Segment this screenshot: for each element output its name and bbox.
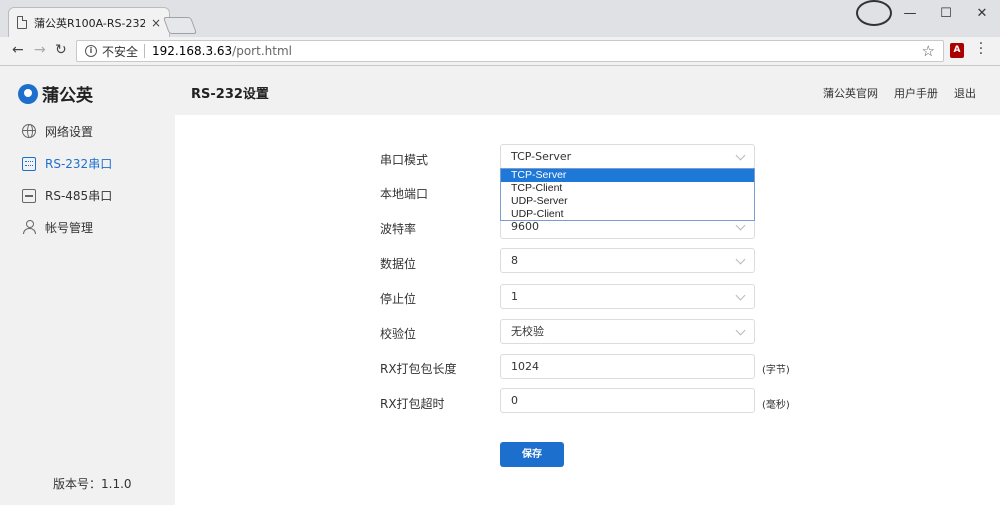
account-button[interactable]	[856, 0, 892, 26]
sidebar-menu: 网络设置 RS-232串口 RS-485串口 帐号管理	[0, 115, 175, 243]
dropdown-option[interactable]: UDP-Client	[501, 208, 754, 221]
browser-toolbar: ← → ↻ i 不安全 192.168.3.63 /port.html ☆ A …	[0, 37, 1000, 66]
url-host: 192.168.3.63	[152, 44, 233, 58]
document-icon	[17, 16, 27, 29]
rx-pack-timeout-input[interactable]: 0	[500, 388, 755, 413]
dropdown-option[interactable]: UDP-Server	[501, 195, 754, 208]
url-path: /port.html	[232, 44, 292, 58]
browser-titlebar: 蒲公英R100A-RS-232设 × — ☐ ✕	[0, 0, 1000, 37]
rx-pack-timeout-value: 0	[511, 394, 518, 407]
header-links: 蒲公英官网 用户手册 退出	[823, 85, 976, 101]
new-tab-button[interactable]	[162, 17, 198, 34]
dropdown-option[interactable]: TCP-Server	[501, 169, 754, 182]
back-arrow-icon[interactable]: ←	[12, 42, 24, 58]
address-bar[interactable]: i 不安全 192.168.3.63 /port.html ☆	[76, 40, 944, 62]
logo-text: 蒲公英	[42, 86, 93, 106]
parity-select[interactable]: 无校验	[500, 319, 755, 344]
version-label: 版本号：1.1.0	[53, 477, 132, 491]
rx-pack-timeout-label: RX打包超时	[380, 397, 445, 411]
save-button[interactable]: 保存	[500, 442, 564, 467]
rx-pack-length-label: RX打包包长度	[380, 362, 457, 376]
account-icon	[856, 0, 892, 26]
rx-pack-timeout-unit: (毫秒)	[762, 400, 790, 411]
browser-menu-icon[interactable]: · · ·	[978, 37, 984, 61]
serial-port-icon	[22, 188, 36, 203]
serial-port-icon	[22, 156, 36, 171]
parity-label: 校验位	[380, 327, 417, 341]
sidebar-item-account[interactable]: 帐号管理	[0, 211, 175, 243]
sidebar-item-label: RS-485串口	[45, 188, 113, 203]
baud-select-value: 9600	[511, 220, 539, 233]
minimize-button[interactable]: —	[892, 0, 928, 26]
divider	[144, 44, 146, 58]
logo: 蒲公英	[18, 81, 93, 106]
chevron-down-icon	[735, 325, 746, 336]
globe-icon	[22, 124, 36, 138]
mode-label: 串口模式	[380, 153, 429, 167]
chevron-down-icon	[735, 290, 746, 301]
page-title: RS-232设置	[191, 87, 269, 102]
stop-bits-label: 停止位	[380, 292, 417, 306]
sidebar-item-label: RS-232串口	[45, 156, 113, 171]
sidebar: 蒲公英 网络设置 RS-232串口 RS-485串口 帐号管理 版本号：1.1.…	[0, 67, 175, 505]
pdf-extension-icon[interactable]: A	[950, 43, 964, 58]
maximize-button[interactable]: ☐	[928, 0, 964, 26]
chevron-down-icon	[735, 150, 746, 161]
user-manual-link[interactable]: 用户手册	[894, 85, 938, 101]
user-icon	[22, 220, 36, 234]
logout-link[interactable]: 退出	[954, 85, 976, 101]
sidebar-item-rs232[interactable]: RS-232串口	[0, 147, 175, 179]
settings-form: 串口模式 TCP-Server 本地端口 波特率 9600 数据位 8 停止位 …	[175, 115, 1000, 505]
close-window-button[interactable]: ✕	[964, 0, 1000, 26]
data-bits-select-value: 8	[511, 254, 518, 267]
tab-close-button[interactable]: ×	[151, 16, 161, 30]
rx-pack-length-value: 1024	[511, 360, 539, 373]
stop-bits-select-value: 1	[511, 290, 518, 303]
window-controls: — ☐ ✕	[856, 0, 1000, 28]
dandelion-logo-icon	[18, 83, 38, 104]
baud-label: 波特率	[380, 222, 417, 236]
rx-pack-length-input[interactable]: 1024	[500, 354, 755, 379]
rx-pack-length-unit: (字节)	[762, 365, 790, 376]
chevron-down-icon	[735, 254, 746, 265]
mode-select[interactable]: TCP-Server	[500, 144, 755, 169]
mode-dropdown-list: TCP-Server TCP-Client UDP-Server UDP-Cli…	[500, 168, 755, 221]
security-status: 不安全	[102, 44, 139, 59]
chevron-down-icon	[735, 220, 746, 231]
sidebar-item-label: 网络设置	[45, 124, 94, 139]
local-port-label: 本地端口	[380, 187, 429, 201]
sidebar-item-network-settings[interactable]: 网络设置	[0, 115, 175, 147]
official-site-link[interactable]: 蒲公英官网	[823, 85, 878, 101]
reload-icon[interactable]: ↻	[55, 42, 67, 58]
parity-select-value: 无校验	[511, 325, 544, 338]
tab-title: 蒲公英R100A-RS-232设	[34, 16, 145, 30]
sidebar-item-rs485[interactable]: RS-485串口	[0, 179, 175, 211]
sidebar-item-label: 帐号管理	[45, 220, 94, 235]
bookmark-star-icon[interactable]: ☆	[922, 42, 935, 60]
stop-bits-select[interactable]: 1	[500, 284, 755, 309]
data-bits-label: 数据位	[380, 257, 417, 271]
dropdown-option[interactable]: TCP-Client	[501, 182, 754, 195]
forward-arrow-icon[interactable]: →	[34, 42, 46, 58]
page-header: RS-232设置 蒲公英官网 用户手册 退出	[175, 67, 1000, 115]
data-bits-select[interactable]: 8	[500, 248, 755, 273]
info-icon[interactable]: i	[85, 45, 97, 57]
mode-select-value: TCP-Server	[511, 150, 572, 163]
browser-tab[interactable]: 蒲公英R100A-RS-232设 ×	[8, 7, 170, 37]
